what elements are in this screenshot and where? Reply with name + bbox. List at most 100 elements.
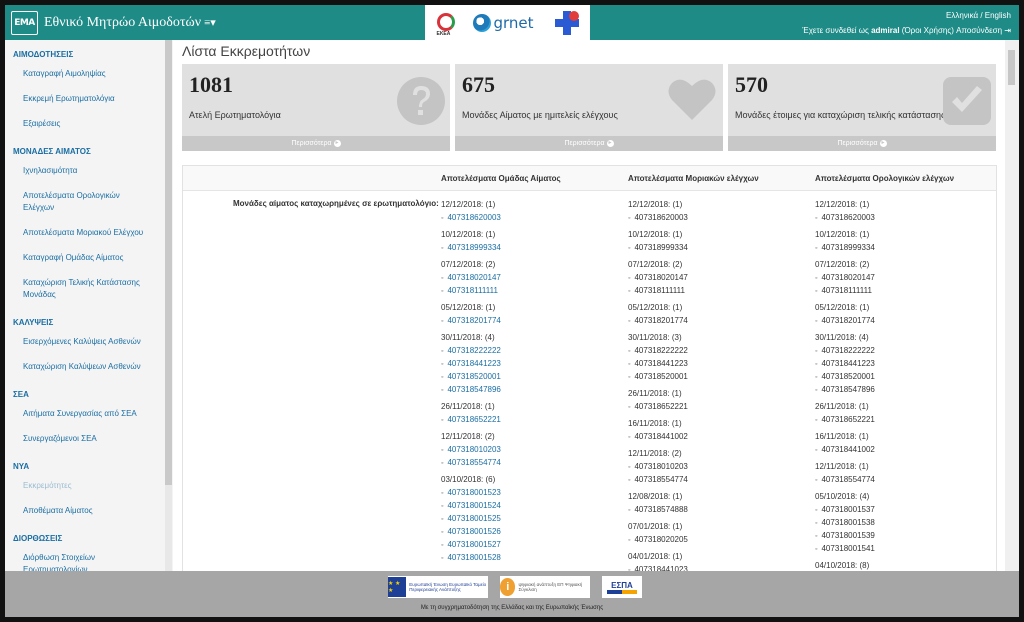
date-label: 05/10/2018: (4) <box>815 492 870 501</box>
table-header-row: Αποτελέσματα Ομάδας Αίματος Αποτελέσματα… <box>183 166 996 191</box>
sidebar-item[interactable]: Αιτήματα Συνεργασίας από ΣΕΑ <box>5 402 153 427</box>
date-group: 10/12/2018: (1) 407318999334 <box>628 229 808 255</box>
unit-id: 407318554774 <box>815 474 995 487</box>
unit-link[interactable]: 407318001523 <box>441 487 621 500</box>
check-icon <box>943 77 991 125</box>
unit-link[interactable]: 407318001527 <box>441 539 621 552</box>
date-label: 03/10/2018: (6) <box>441 475 496 484</box>
main-content: Λίστα Εκκρεμοτήτων 1081 Ατελή Ερωτηματολ… <box>173 40 1005 571</box>
unit-link[interactable]: 407318554774 <box>441 457 621 470</box>
sidebar-item[interactable]: Αποτελέσματα Ορολογικών Ελέγχων <box>5 184 153 221</box>
unit-link[interactable]: 407318620003 <box>441 212 621 225</box>
unit-link[interactable]: 407318001524 <box>441 500 621 513</box>
arrow-circle-icon: ▸ <box>606 139 614 147</box>
date-label: 12/12/2018: (1) <box>815 200 870 209</box>
unit-link[interactable]: 407318111111 <box>441 285 621 298</box>
arrow-circle-icon: ▸ <box>333 139 341 147</box>
unit-id: 407318001538 <box>815 517 995 530</box>
unit-link[interactable]: 407318001528 <box>441 552 621 565</box>
espa-bar <box>607 589 637 594</box>
sidebar-section-title: ΔΙΟΡΘΩΣΕΙΣ <box>13 534 63 543</box>
login-status: Έχετε συνδεθεί ως admiral (Όροι Χρήσης) … <box>802 23 1011 38</box>
column-header-blood-group: Αποτελέσματα Ομάδας Αίματος <box>441 174 561 183</box>
sidebar-section-title: ΑΙΜΟΔΟΤΗΣΕΙΣ <box>13 50 74 59</box>
row-label: Μονάδες αίματος καταχωρημένες σε ερωτημα… <box>233 199 439 208</box>
card-count: 1081 <box>189 72 233 97</box>
unit-link[interactable]: 407318010203 <box>441 444 621 457</box>
date-group: 26/11/2018: (1) 407318652221 <box>628 388 808 414</box>
date-label: 07/12/2018: (2) <box>628 260 683 269</box>
date-group: 26/11/2018: (1) 407318652221 <box>815 401 995 427</box>
sidebar-item[interactable]: Καταχώριση Καλύψεων Ασθενών <box>5 355 153 380</box>
logout-icon[interactable]: ⇥ <box>1004 26 1011 35</box>
unit-id: 407318441223 <box>815 358 995 371</box>
sidebar-item[interactable]: Καταγραφή Αιμοληψίας <box>5 62 153 87</box>
sidebar-item[interactable]: Ιχνηλασιμότητα <box>5 159 153 184</box>
sidebar-item[interactable]: Εκκρεμότητες <box>5 474 153 499</box>
date-group: 30/11/2018: (3) 4073182222224073184412234… <box>628 332 808 384</box>
grnet-logo: grnet <box>473 13 534 32</box>
sidebar-item[interactable]: Εισερχόμενες Καλύψεις Ασθενών <box>5 330 153 355</box>
date-group: 30/11/2018: (4)4073182222224073184412234… <box>815 332 995 397</box>
date-group: 03/10/2018: (6)4073180015234073180015244… <box>441 474 621 565</box>
sidebar-item[interactable]: Διόρθωση Στοιχείων Ερωτηματολογίων <box>5 546 153 571</box>
unit-link[interactable]: 407318201774 <box>441 315 621 328</box>
login-prefix: Έχετε συνδεθεί ως <box>802 26 869 35</box>
app-title-text: Εθνικό Μητρώο Αιμοδοτών <box>44 15 202 30</box>
date-label: 05/12/2018: (1) <box>628 303 683 312</box>
unit-id: 407318001541 <box>815 543 995 556</box>
top-navbar: ΕΜΑ Εθνικό Μητρώο Αιμοδοτών ≡▾ ΕΚΕΑ grnet… <box>5 5 1019 40</box>
sidebar-item[interactable]: Καταγραφή Ομάδας Αίματος <box>5 246 153 271</box>
card-more-link[interactable]: Περισσότερα ▸ <box>182 136 450 151</box>
date-group: 12/11/2018: (2) 407318010203407318554774 <box>628 448 808 487</box>
unit-link[interactable]: 407318547896 <box>441 384 621 397</box>
unit-link[interactable]: 407318652221 <box>441 414 621 427</box>
unit-id: 407318520001 <box>628 371 808 384</box>
sidebar-scroll-thumb[interactable] <box>165 40 172 485</box>
terms-link[interactable]: (Όροι Χρήσης) <box>902 26 954 35</box>
ekea-logo: ΕΚΕΑ <box>434 12 456 37</box>
eu-logo-text: Ευρωπαϊκή Ένωση Ευρωπαϊκό Ταμείο Περιφερ… <box>409 582 487 592</box>
unit-link[interactable]: 407318999334 <box>441 242 621 255</box>
unit-id: 407318201774 <box>815 315 995 328</box>
card-more-link[interactable]: Περισσότερα ▸ <box>728 136 996 151</box>
date-label: 30/11/2018: (3) <box>628 333 682 342</box>
espa-logo: ΕΣΠΑ <box>602 576 642 598</box>
card-more-link[interactable]: Περισσότερα ▸ <box>455 136 723 151</box>
username: admiral <box>871 26 900 35</box>
date-group: 10/12/2018: (1) 407318999334 <box>441 229 621 255</box>
espa-text: ΕΣΠΑ <box>611 580 633 590</box>
unit-link[interactable]: 407318001525 <box>441 513 621 526</box>
sidebar-item[interactable]: Αποθέματα Αίματος <box>5 499 153 524</box>
menu-toggle-icon[interactable]: ≡▾ <box>204 17 216 29</box>
sidebar-item[interactable]: Καταχώριση Τελικής Κατάστασης Μονάδας <box>5 271 153 308</box>
card-incomplete-units: 675 Μονάδες Αίματος με ημιτελείς ελέγχου… <box>455 64 723 151</box>
sidebar-item[interactable]: Συνεργαζόμενοι ΣΕΑ <box>5 427 153 452</box>
app-title[interactable]: Εθνικό Μητρώο Αιμοδοτών ≡▾ <box>44 15 216 31</box>
card-more-label: Περισσότερα <box>564 140 605 147</box>
sidebar-item[interactable]: Εξαιρέσεις <box>5 112 153 137</box>
main-scroll-thumb[interactable] <box>1008 50 1015 85</box>
brand[interactable]: ΕΜΑ Εθνικό Μητρώο Αιμοδοτών ≡▾ <box>11 11 216 35</box>
date-group: 26/11/2018: (1) 407318652221 <box>441 401 621 427</box>
sidebar-scrollbar[interactable] <box>165 40 172 571</box>
cofunding-note: Με τη συγχρηματοδότηση της Ελλάδας και τ… <box>420 605 604 611</box>
column-header-serological: Αποτελέσματα Ορολογικών ελέγχων <box>815 174 955 183</box>
language-switch[interactable]: Ελληνικά / English <box>802 8 1011 23</box>
sidebar-item[interactable]: Εκκρεμή Ερωτηματολόγια <box>5 87 153 112</box>
unit-link[interactable]: 407318441223 <box>441 358 621 371</box>
unit-link[interactable]: 407318001526 <box>441 526 621 539</box>
unit-id: 407318001537 <box>815 504 995 517</box>
unit-link[interactable]: 407318222222 <box>441 345 621 358</box>
sidebar-section-title: ΜΟΝΑΔΕΣ ΑΙΜΑΤΟΣ <box>13 147 91 156</box>
date-group: 12/12/2018: (1) 407318620003 <box>441 199 621 225</box>
unit-link[interactable]: 407318020147 <box>441 272 621 285</box>
sidebar-item[interactable]: Αποτελέσματα Μοριακού Ελέγχου <box>5 221 153 246</box>
date-group: 16/11/2018: (1) 407318441002 <box>815 431 995 457</box>
main-scrollbar[interactable] <box>1005 40 1019 571</box>
date-label: 12/11/2018: (2) <box>628 449 682 458</box>
logout-link[interactable]: Αποσύνδεση <box>956 26 1002 35</box>
unit-link[interactable]: 407318520001 <box>441 371 621 384</box>
date-group: 07/01/2018: (1) 407318020205 <box>628 521 808 547</box>
date-group: 10/12/2018: (1) 407318999334 <box>815 229 995 255</box>
